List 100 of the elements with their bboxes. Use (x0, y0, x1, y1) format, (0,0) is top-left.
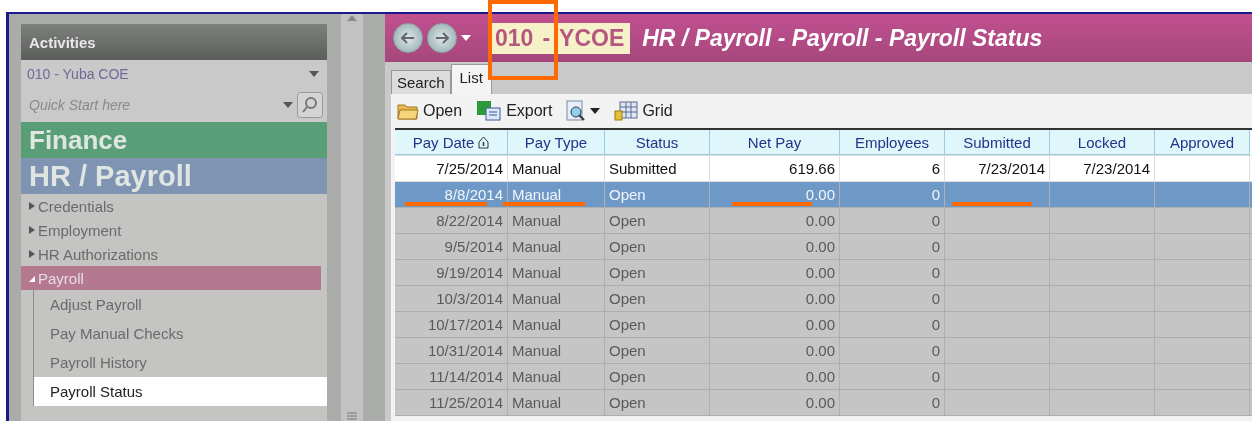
table-cell: 0.00 (710, 260, 840, 285)
table-cell: 7/23/2014 (1050, 156, 1155, 181)
table-cell: 0.00 (710, 338, 840, 363)
table-cell: 11/25/2014 (395, 390, 508, 415)
grip-icon[interactable] (347, 411, 357, 421)
back-arrow-icon (401, 32, 415, 44)
tree-item-label: HR Authorizations (38, 245, 159, 263)
column-header[interactable]: Pay Type (508, 130, 605, 155)
table-cell: Manual (508, 286, 605, 311)
tree-item[interactable]: Employment (21, 218, 321, 242)
table-cell: Manual (508, 312, 605, 337)
tree-item[interactable]: Payroll History (34, 348, 327, 377)
table-cell: Open (605, 338, 710, 363)
table-cell: Manual (508, 260, 605, 285)
scrollbar[interactable] (341, 14, 363, 421)
table-cell: Manual (508, 208, 605, 233)
table-cell: 6 (840, 156, 945, 181)
table-cell: 0 (840, 260, 945, 285)
table-cell: 0.00 (710, 312, 840, 337)
collapsed-triangle-icon[interactable] (29, 202, 35, 210)
module-header[interactable]: HR / Payroll (21, 158, 327, 194)
table-cell: 10/3/2014 (395, 286, 508, 311)
table-cell: 8/22/2014 (395, 208, 508, 233)
table-cell: 11/14/2014 (395, 364, 508, 389)
column-header[interactable]: Net Pay (710, 130, 840, 155)
table-cell: Open (605, 208, 710, 233)
back-button[interactable] (393, 23, 423, 53)
column-header[interactable]: Employees (840, 130, 945, 155)
column-header[interactable]: Submitted (945, 130, 1050, 155)
table-cell: 7/23/2014 (945, 156, 1050, 181)
tree-item[interactable]: HR Authorizations (21, 242, 321, 266)
table-row[interactable]: 9/19/2014 Manual Open 0.00 0 (395, 260, 1252, 286)
table-cell: Manual (508, 156, 605, 181)
table-cell: 9/5/2014 (395, 234, 508, 259)
page-title: HR / Payroll - Payroll - Payroll Status (642, 24, 1043, 52)
tree-item[interactable]: Payroll Status (34, 377, 327, 406)
table-row[interactable]: 8/8/2014 Manual Open 0.00 0 (395, 182, 1252, 208)
tab[interactable]: Search (391, 70, 451, 94)
table-cell: 0 (840, 286, 945, 311)
table-row[interactable]: 10/31/2014 Manual Open 0.00 0 (395, 338, 1252, 364)
grid-icon (614, 101, 639, 121)
tree-item-label: Employment (38, 221, 122, 239)
table-cell: Open (605, 286, 710, 311)
table-cell: 0 (840, 182, 945, 207)
forward-button[interactable] (427, 23, 457, 53)
magnifier-page-icon (566, 100, 587, 122)
column-header[interactable]: Approved (1155, 130, 1250, 155)
table-cell: 0 (840, 234, 945, 259)
table-cell: Open (605, 364, 710, 389)
open-button[interactable]: Open (395, 102, 465, 120)
tree-item-label: Payroll (38, 269, 84, 287)
tree-item-label: Credentials (38, 197, 114, 215)
table-cell: 0 (840, 390, 945, 415)
module-header[interactable]: Finance (21, 122, 327, 158)
table-row[interactable]: 9/5/2014 Manual Open 0.00 0 (395, 234, 1252, 260)
table-row[interactable]: 10/3/2014 Manual Open 0.00 0 (395, 286, 1252, 312)
preview-button[interactable] (564, 100, 603, 122)
table-cell: 10/17/2014 (395, 312, 508, 337)
tab[interactable]: List (450, 64, 492, 94)
quick-start-field[interactable]: Quick Start here (21, 88, 327, 122)
table-cell: Manual (508, 338, 605, 363)
table-row[interactable]: 11/14/2014 Manual Open 0.00 0 (395, 364, 1252, 390)
grid-button[interactable]: Grid (612, 101, 675, 121)
table-cell: 0.00 (710, 286, 840, 311)
expanded-triangle-icon[interactable] (29, 274, 35, 282)
tree-item[interactable]: Adjust Payroll (34, 290, 327, 319)
export-button[interactable]: Export (474, 100, 555, 122)
table-cell: 0.00 (710, 390, 840, 415)
collapsed-triangle-icon[interactable] (29, 250, 35, 258)
table-cell: 0.00 (710, 364, 840, 389)
table-row[interactable]: 7/25/2014 Manual Submitted 619.66 6 7/23/2014 7/23/2014 (395, 156, 1252, 182)
panel-title: Activities (21, 24, 327, 60)
table-row[interactable]: 8/22/2014 Manual Open 0.00 0 (395, 208, 1252, 234)
table-cell: 619.66 (710, 156, 840, 181)
forward-arrow-icon (435, 32, 449, 44)
column-header[interactable]: Pay Date (395, 130, 508, 155)
table-row[interactable]: 11/25/2014 Manual Open 0.00 0 (395, 390, 1252, 416)
tree-item[interactable]: Credentials (21, 194, 321, 218)
column-header[interactable]: Status (605, 130, 710, 155)
district-dropdown[interactable]: 010 - Yuba COE (21, 60, 327, 88)
table-cell: 0 (840, 312, 945, 337)
table-cell: Manual (508, 364, 605, 389)
column-header[interactable]: Locked (1050, 130, 1155, 155)
table-cell: Open (605, 390, 710, 415)
district-badge: 010 - YCOE (489, 22, 631, 54)
table-cell: 0 (840, 208, 945, 233)
collapsed-triangle-icon[interactable] (29, 226, 35, 234)
table-cell: Open (605, 260, 710, 285)
caret-icon[interactable] (590, 108, 601, 114)
search-icon[interactable] (297, 92, 323, 118)
table-cell: Submitted (605, 156, 710, 181)
tree-item[interactable]: Payroll (21, 266, 321, 290)
table-cell: Manual (508, 390, 605, 415)
table-row[interactable]: 10/17/2014 Manual Open 0.00 0 (395, 312, 1252, 338)
quick-start-input[interactable]: Quick Start here (27, 96, 279, 114)
table-cell: 7/25/2014 (395, 156, 508, 181)
table-cell: 0.00 (710, 234, 840, 259)
table-cell: Open (605, 182, 710, 207)
tree-item[interactable]: Pay Manual Checks (34, 319, 327, 348)
table-cell: 0 (840, 364, 945, 389)
